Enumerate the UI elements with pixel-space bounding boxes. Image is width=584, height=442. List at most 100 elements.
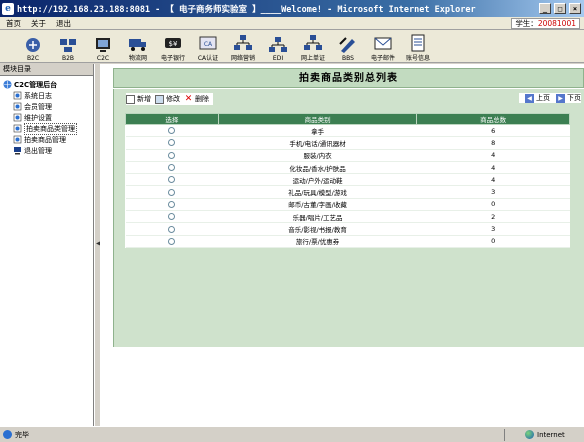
sidebar: 模块目录 C2C管理后台 系统日志 会员管理 维护设置 拍卖商品类管理 拍卖商品… (0, 64, 94, 426)
toolbar-c2c-label: C2C (96, 55, 110, 62)
toolbar-ebank[interactable]: $¥ 电子银行 (158, 31, 188, 62)
c2c-icon (96, 38, 110, 52)
toolbar-b2b-label: B2B (61, 55, 75, 62)
delete-button[interactable]: ✕ 删除 (184, 94, 209, 104)
ie-page-icon (13, 135, 22, 144)
row-select-radio[interactable] (168, 225, 176, 233)
toolbar-ebank-label: 电子银行 (160, 55, 185, 62)
count-cell: 3 (416, 185, 570, 199)
toolbar-account-label: 账号信息 (405, 55, 430, 62)
toolbar-b2b[interactable]: B2B (53, 31, 83, 62)
toolbar-marketing-label: 网络营销 (230, 55, 255, 62)
count-cell: 3 (416, 222, 570, 236)
count-cell: 4 (416, 149, 570, 162)
sidebar-item-maintenance[interactable]: 维护设置 (3, 112, 93, 123)
internet-globe-icon (525, 430, 534, 439)
count-cell: 4 (416, 173, 570, 187)
close-button[interactable]: × (569, 3, 581, 14)
row-select-radio[interactable] (168, 200, 176, 208)
documents-icon (304, 35, 322, 50)
action-bar: 新增 修改 ✕ 删除 (126, 93, 213, 105)
table-row: 旅行/票/优惠券 0 (125, 235, 570, 248)
email-icon (374, 37, 392, 50)
count-cell: 0 (416, 235, 570, 248)
toolbar-bbs[interactable]: BBS (333, 31, 363, 62)
row-select-radio[interactable] (168, 164, 176, 172)
sidebar-item-label: 拍卖商品类管理 (24, 122, 77, 135)
toolbar-email[interactable]: 电子邮件 (368, 31, 398, 62)
sidebar-item-auction-categories[interactable]: 拍卖商品类管理 (3, 122, 93, 135)
page-title: 拍卖商品类别总列表 (113, 68, 584, 88)
toolbar-email-label: 电子邮件 (370, 55, 395, 62)
sidebar-item-label: 退出管理 (24, 146, 52, 155)
toolbar-documents[interactable]: 网上单证 (298, 31, 328, 62)
next-page-button[interactable]: ▶ 下页 (556, 93, 581, 103)
category-cell: 运动/户外/运动鞋 (218, 173, 417, 187)
category-cell: 礼品/玩具/模型/游戏 (218, 185, 417, 199)
svg-text:CA: CA (204, 41, 213, 48)
svg-text:$¥: $¥ (169, 40, 178, 48)
toolbar-ca[interactable]: CA CA认证 (193, 31, 223, 62)
category-cell: 邮币/古董/字画/收藏 (218, 198, 417, 212)
toolbar-b2c[interactable]: B2C (18, 31, 48, 62)
table-header-row: 选择 商品类别 商品总数 (125, 113, 570, 125)
new-button-label: 新增 (137, 95, 151, 103)
category-cell: 乐器/唱片/工艺品 (218, 210, 417, 224)
menu-logout[interactable]: 退出 (56, 18, 71, 29)
student-label: 学生： (515, 18, 538, 28)
toolbar-edi[interactable]: EDI (263, 31, 293, 62)
row-select-radio[interactable] (168, 188, 176, 196)
sidebar-item-logout[interactable]: 退出管理 (3, 145, 93, 156)
category-table: 选择 商品类别 商品总数 拿手 6 手机/电话/通讯器材 8 服装/内衣 4 化妆品/… (125, 113, 570, 248)
ie-logo-icon: e (2, 2, 14, 15)
row-select-radio[interactable] (168, 139, 176, 147)
tree-root-label: C2C管理后台 (14, 80, 58, 89)
toolbar-b2c-label: B2C (26, 55, 40, 62)
menu-about[interactable]: 关于 (31, 18, 46, 29)
toolbar-bbs-label: BBS (342, 55, 354, 62)
row-select-radio[interactable] (168, 213, 176, 221)
menu-home[interactable]: 首页 (6, 18, 21, 29)
prev-page-icon: ◀ (525, 93, 534, 103)
new-document-icon (126, 94, 135, 104)
sidebar-item-system-log[interactable]: 系统日志 (3, 90, 93, 101)
prev-page-button[interactable]: ◀ 上页 (525, 93, 550, 103)
ie-page-icon (13, 102, 22, 111)
toolbar-logistics[interactable]: 物流网 (123, 31, 153, 62)
tree-root[interactable]: C2C管理后台 (3, 79, 93, 90)
student-info: 学生：20081001 (511, 17, 580, 29)
security-zone: Internet (504, 428, 580, 441)
bbs-icon (339, 37, 355, 53)
sidebar-item-auction-goods[interactable]: 拍卖商品管理 (3, 134, 93, 145)
page-done-icon (3, 430, 12, 439)
sidebar-item-label: 会员管理 (24, 102, 52, 111)
sidebar-item-members[interactable]: 会员管理 (3, 101, 93, 112)
row-select-radio[interactable] (168, 151, 176, 159)
toolbar-ca-label: CA认证 (197, 55, 219, 62)
count-cell: 4 (416, 161, 570, 175)
toolbar-logistics-label: 物流网 (128, 55, 147, 62)
edit-button[interactable]: 修改 (155, 94, 180, 104)
pager: ◀ 上页 ▶ 下页 (519, 93, 581, 103)
toolbar-documents-label: 网上单证 (300, 55, 325, 62)
minimize-button[interactable]: _ (539, 3, 551, 14)
table-row: 礼品/玩具/模型/游戏 3 (125, 185, 570, 199)
table-row: 化妆品/香水/护肤品 4 (125, 161, 570, 175)
row-select-radio[interactable] (168, 237, 176, 245)
next-page-icon: ▶ (556, 93, 565, 103)
count-cell: 8 (416, 136, 570, 150)
row-select-radio[interactable] (168, 127, 176, 135)
status-text: 完毕 (15, 430, 29, 439)
sidebar-item-label: 系统日志 (24, 91, 52, 100)
new-button[interactable]: 新增 (126, 94, 151, 104)
category-cell: 旅行/票/优惠券 (218, 235, 417, 248)
toolbar-account[interactable]: 账号信息 (403, 31, 433, 62)
main-content: 拍卖商品类别总列表 新增 修改 ✕ 删除 ◀ 上页 ▶ 下页 选择 商品类别 商… (100, 64, 584, 426)
toolbar-marketing[interactable]: 网络营销 (228, 31, 258, 62)
ebank-icon: $¥ (165, 38, 181, 48)
maximize-button[interactable]: □ (554, 3, 566, 14)
toolbar-c2c[interactable]: C2C (88, 31, 118, 62)
ca-icon: CA (199, 36, 217, 50)
row-select-radio[interactable] (168, 176, 176, 184)
module-tree: C2C管理后台 系统日志 会员管理 维护设置 拍卖商品类管理 拍卖商品管理 退出… (0, 76, 93, 156)
